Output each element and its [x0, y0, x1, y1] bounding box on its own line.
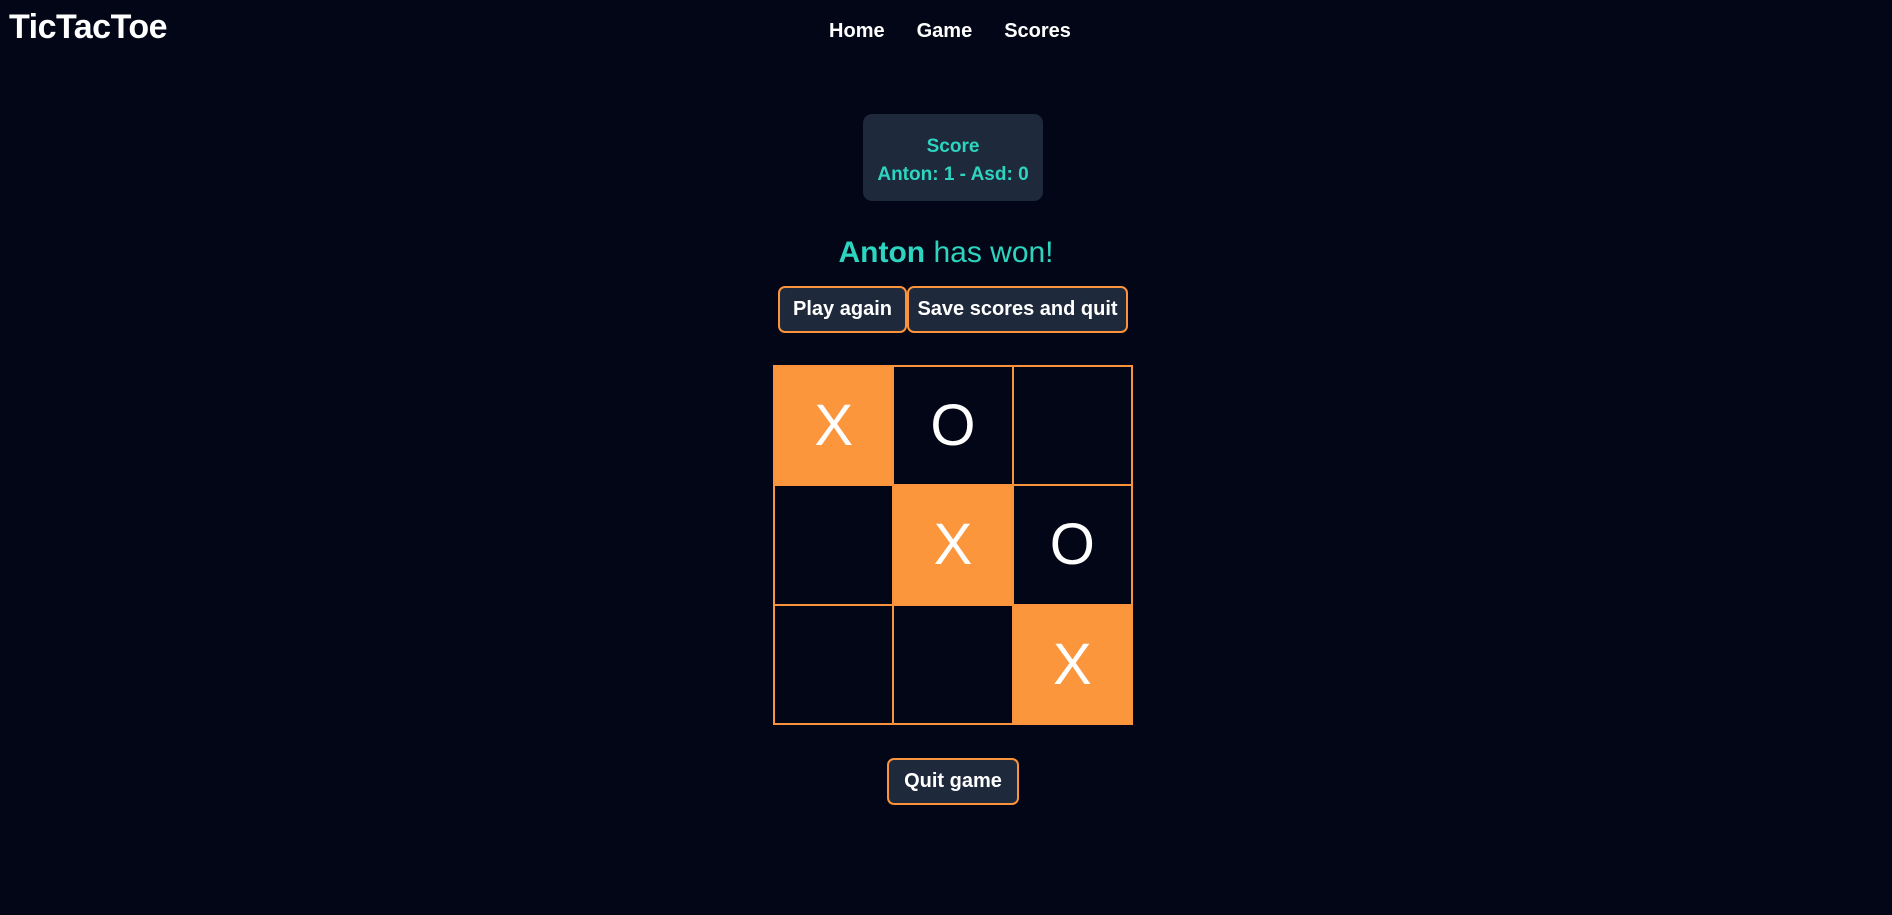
quit-game-button[interactable]: Quit game: [887, 758, 1019, 805]
board-cell-4[interactable]: [774, 485, 894, 605]
nav-scores[interactable]: Scores: [1004, 20, 1071, 43]
game-status: Anton has won!: [0, 236, 1892, 270]
board-cell-7[interactable]: [774, 604, 894, 724]
nav-home[interactable]: Home: [829, 20, 885, 43]
game-board: X O X O X: [773, 365, 1133, 725]
status-suffix: has won!: [925, 236, 1054, 269]
save-scores-quit-button[interactable]: Save scores and quit: [907, 286, 1128, 333]
board-cell-5[interactable]: X: [893, 485, 1013, 605]
play-again-button[interactable]: Play again: [778, 286, 907, 333]
header: TicTacToe Home Game Scores: [0, 0, 1892, 64]
winner-name: Anton: [838, 236, 926, 269]
board-cell-3[interactable]: [1012, 366, 1132, 486]
board-cell-9[interactable]: X: [1012, 604, 1132, 724]
board-cell-1[interactable]: X: [774, 366, 894, 486]
score-line: Anton: 1 - Asd: 0: [877, 164, 1029, 185]
score-panel: Score Anton: 1 - Asd: 0: [863, 114, 1043, 201]
board-cell-6[interactable]: O: [1012, 485, 1132, 605]
score-title: Score: [926, 136, 980, 157]
nav-game[interactable]: Game: [917, 20, 973, 43]
main-nav: Home Game Scores: [0, 20, 1892, 43]
board-cell-2[interactable]: O: [893, 366, 1013, 486]
board-cell-8[interactable]: [893, 604, 1013, 724]
